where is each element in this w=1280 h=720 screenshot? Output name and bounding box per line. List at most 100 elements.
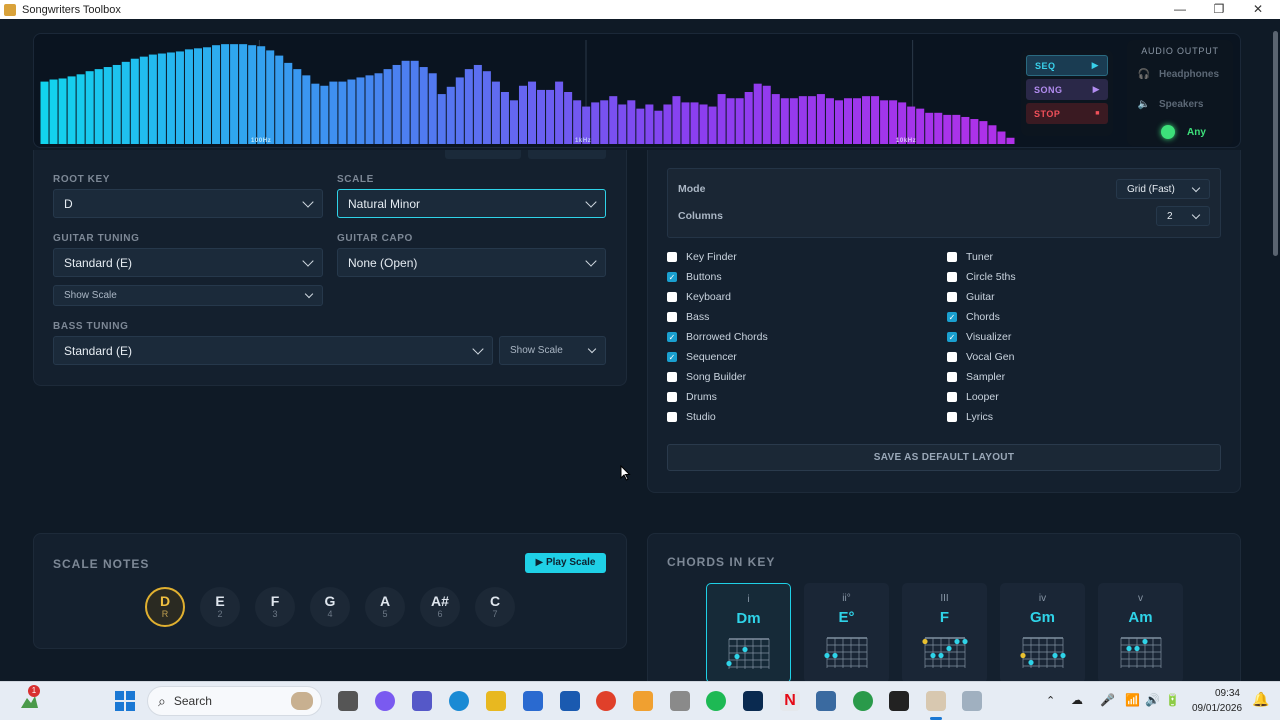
scrollbar[interactable] [1273,31,1278,256]
module-toggle-chords[interactable]: ✓ Chords [947,311,1000,323]
guitar-capo-select[interactable]: None (Open) [337,248,606,277]
chord-card-4[interactable]: iv Gm [1000,583,1085,683]
chord-card-2[interactable]: ii° E° [804,583,889,683]
scale-note-c[interactable]: C7 [475,587,515,627]
chrome-icon[interactable] [596,691,616,711]
chrome-profile-icon[interactable] [853,691,873,711]
wifi-icon[interactable]: 📶 [1125,693,1140,707]
speakers-option[interactable]: 🔈 Speakers [1135,94,1225,114]
module-toggle-visualizer[interactable]: ✓ Visualizer [947,331,1011,343]
copilot-icon[interactable] [375,691,395,711]
guitar-show-scale-select[interactable]: Show Scale [53,285,323,306]
notepad-icon[interactable] [816,691,836,711]
mode-select[interactable]: Grid (Fast) [1116,179,1210,199]
task-view-icon[interactable] [338,691,358,711]
teams-icon[interactable] [412,691,432,711]
root-key-select[interactable]: D [53,189,323,218]
partial-control[interactable] [445,150,521,159]
checkbox-icon[interactable] [667,252,677,262]
photos-icon[interactable] [670,691,690,711]
close-button[interactable]: ✕ [1238,0,1278,19]
checkbox-checked-icon[interactable]: ✓ [667,332,677,342]
chevron-up-icon[interactable]: ⌃ [1046,694,1055,707]
checkbox-checked-icon[interactable]: ✓ [947,332,957,342]
checkbox-icon[interactable] [667,392,677,402]
microphone-icon[interactable]: 🎤 [1100,693,1115,707]
headphones-option[interactable]: 🎧 Headphones [1135,64,1225,84]
module-toggle-song-builder[interactable]: Song Builder [667,371,746,383]
module-toggle-guitar[interactable]: Guitar [947,291,995,303]
checkbox-icon[interactable] [947,292,957,302]
module-toggle-sampler[interactable]: Sampler [947,371,1005,383]
bass-show-scale-select[interactable]: Show Scale [499,336,606,365]
partial-control[interactable] [528,150,606,159]
disney-plus-icon[interactable] [743,691,763,711]
spotify-icon[interactable] [706,691,726,711]
bass-tuning-select[interactable]: Standard (E) [53,336,493,365]
module-toggle-tuner[interactable]: Tuner [947,251,993,263]
notes-app-icon[interactable] [633,691,653,711]
checkbox-icon[interactable] [947,272,957,282]
file-explorer-icon[interactable] [486,691,506,711]
module-toggle-looper[interactable]: Looper [947,391,999,403]
widgets-icon[interactable]: 1 [18,685,40,712]
any-option[interactable]: Any [1135,122,1225,142]
scale-note-g[interactable]: G4 [310,587,350,627]
volume-icon[interactable]: 🔊 [1145,693,1160,707]
chord-card-5[interactable]: v Am [1098,583,1183,683]
scale-select[interactable]: Natural Minor [337,189,606,218]
checkbox-icon[interactable] [667,412,677,422]
checkbox-icon[interactable] [667,292,677,302]
module-toggle-keyboard[interactable]: Keyboard [667,291,731,303]
clock-time[interactable]: 09:34 [1192,688,1240,699]
module-toggle-lyrics[interactable]: Lyrics [947,411,993,423]
play-scale-button[interactable]: ▶ Play Scale [525,553,606,573]
checkbox-checked-icon[interactable]: ✓ [667,272,677,282]
module-toggle-drums[interactable]: Drums [667,391,717,403]
save-default-layout-button[interactable]: SAVE AS DEFAULT LAYOUT [667,444,1221,471]
stop-button[interactable]: STOP ■ [1026,103,1108,124]
netflix-icon[interactable]: N [780,691,800,711]
terminal-icon[interactable] [889,691,909,711]
chord-card-1[interactable]: i Dm [706,583,791,683]
checkbox-icon[interactable] [667,372,677,382]
columns-select[interactable]: 2 [1156,206,1210,226]
module-toggle-bass[interactable]: Bass [667,311,709,323]
checkbox-checked-icon[interactable]: ✓ [947,312,957,322]
songwriters-toolbox-icon[interactable] [926,691,946,711]
module-toggle-sequencer[interactable]: ✓ Sequencer [667,351,737,363]
song-button[interactable]: SONG ▶ [1026,79,1108,100]
store-icon[interactable] [523,691,543,711]
scale-note-f[interactable]: F3 [255,587,295,627]
clock-date[interactable]: 09/01/2026 [1192,703,1242,714]
scale-note-d[interactable]: DR [145,587,185,627]
maximize-button[interactable]: ❐ [1199,0,1239,19]
scale-note-a-sharp[interactable]: A# 6 [420,587,460,627]
module-toggle-studio[interactable]: Studio [667,411,716,423]
battery-icon[interactable]: 🔋 [1165,693,1180,707]
scale-note-a[interactable]: A5 [365,587,405,627]
chord-card-3[interactable]: III F [902,583,987,683]
onedrive-icon[interactable]: ☁ [1071,693,1083,707]
module-toggle-circle-5ths[interactable]: Circle 5ths [947,271,1016,283]
minimize-button[interactable]: — [1160,0,1200,19]
checkbox-icon[interactable] [667,312,677,322]
seq-button[interactable]: SEQ ▶ [1026,55,1108,76]
checkbox-checked-icon[interactable]: ✓ [667,352,677,362]
taskbar-search[interactable]: ⌕ Search [147,686,322,716]
outlook-icon[interactable] [560,691,580,711]
module-toggle-key-finder[interactable]: Key Finder [667,251,737,263]
edge-icon[interactable] [449,691,469,711]
checkbox-icon[interactable] [947,372,957,382]
start-button[interactable] [114,690,136,712]
module-toggle-borrowed-chords[interactable]: ✓ Borrowed Chords [667,331,768,343]
snipping-tool-icon[interactable] [962,691,982,711]
module-toggle-vocal-gen[interactable]: Vocal Gen [947,351,1014,363]
checkbox-icon[interactable] [947,412,957,422]
guitar-tuning-select[interactable]: Standard (E) [53,248,323,277]
checkbox-icon[interactable] [947,392,957,402]
module-toggle-buttons[interactable]: ✓ Buttons [667,271,722,283]
notification-bell-icon[interactable]: 🔔 [1252,691,1269,708]
checkbox-icon[interactable] [947,352,957,362]
checkbox-icon[interactable] [947,252,957,262]
